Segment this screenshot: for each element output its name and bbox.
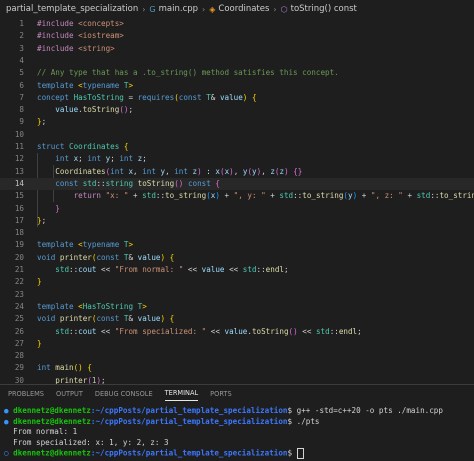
tab-ports[interactable]: PORTS <box>210 387 231 401</box>
bottom-panel: PROBLEMS OUTPUT DEBUG CONSOLE TERMINAL P… <box>0 384 474 461</box>
breadcrumb-method[interactable]: toString() const <box>291 4 357 14</box>
code-line: #include <iostream> <box>37 31 124 41</box>
class-icon: ◈ <box>209 4 216 14</box>
code-line: printer(1); <box>55 375 106 384</box>
code-line: template <HasToString T> <box>37 301 147 311</box>
code-line: template <typename T> <box>37 240 134 250</box>
terminal-line: ● dkennetz@dkennetz:~/cppPosts/partial_t… <box>4 416 320 426</box>
terminal-line: ○ dkennetz@dkennetz:~/cppPosts/partial_t… <box>4 448 474 460</box>
breadcrumb: partial_template_specialization › G main… <box>0 0 474 18</box>
command-success-icon: ● <box>4 416 9 426</box>
code-line: Coordinates(int x, int y, int z) : x(x),… <box>55 166 303 176</box>
code-line: }; <box>37 215 47 225</box>
panel-tabs: PROBLEMS OUTPUT DEBUG CONSOLE TERMINAL P… <box>0 385 474 402</box>
command-success-icon: ● <box>4 406 9 415</box>
chevron-right-icon: › <box>142 4 146 14</box>
prompt-circle-icon: ○ <box>4 448 9 458</box>
code-line: // Any type that has a .to_string() meth… <box>37 68 339 78</box>
code-line: void printer(const T& value) { <box>37 252 175 262</box>
terminal-cursor <box>296 448 304 460</box>
code-editor[interactable]: 1 #include <concepts> 2 #include <iostream… <box>0 18 474 384</box>
code-line: #include <concepts> <box>37 19 124 28</box>
code-line: } <box>55 203 60 213</box>
tab-terminal[interactable]: TERMINAL <box>164 386 199 401</box>
cpp-file-icon: G <box>149 4 156 14</box>
code-line: template <typename T> <box>37 80 134 90</box>
code-line: std::cout << "From normal: " << value <<… <box>55 265 289 274</box>
code-line: } <box>37 277 42 287</box>
code-line: int main() { <box>37 363 92 373</box>
terminal[interactable]: ● dkennetz@dkennetz:~/cppPosts/partial_t… <box>0 402 474 460</box>
code-line: struct Coordinates { <box>37 142 129 151</box>
terminal-line: ● dkennetz@dkennetz:~/cppPosts/partial_t… <box>4 406 443 415</box>
chevron-right-icon: › <box>202 4 206 14</box>
code-line: void printer(const T& value) { <box>37 314 175 324</box>
tab-problems[interactable]: PROBLEMS <box>8 387 44 401</box>
breadcrumb-class[interactable]: Coordinates <box>218 4 269 14</box>
code-line: const std::string toString() const { <box>55 178 220 188</box>
breadcrumb-file[interactable]: main.cpp <box>159 4 198 14</box>
code-line: concept HasToString = requires(const T& … <box>37 92 257 102</box>
tab-debug-console[interactable]: DEBUG CONSOLE <box>95 387 153 401</box>
chevron-right-icon: › <box>273 4 277 14</box>
code-line: #include <string> <box>37 43 115 53</box>
code-line: value.toString(); <box>55 105 134 115</box>
code-line: std::cout << "From specialized: " << val… <box>55 326 362 336</box>
terminal-output: From specialized: x: 1, y: 2, z: 3 <box>13 437 169 447</box>
terminal-output: From normal: 1 <box>13 427 78 437</box>
tab-output[interactable]: OUTPUT <box>56 387 83 401</box>
code-line: }; <box>37 117 47 127</box>
code-line: } <box>37 338 42 348</box>
breadcrumb-folder[interactable]: partial_template_specialization <box>6 4 138 14</box>
code-line: return "x: " + std::to_string(x) + ", y:… <box>73 191 474 201</box>
method-icon: ⬡ <box>280 4 288 14</box>
code-line: int x; int y; int z; <box>55 154 147 164</box>
